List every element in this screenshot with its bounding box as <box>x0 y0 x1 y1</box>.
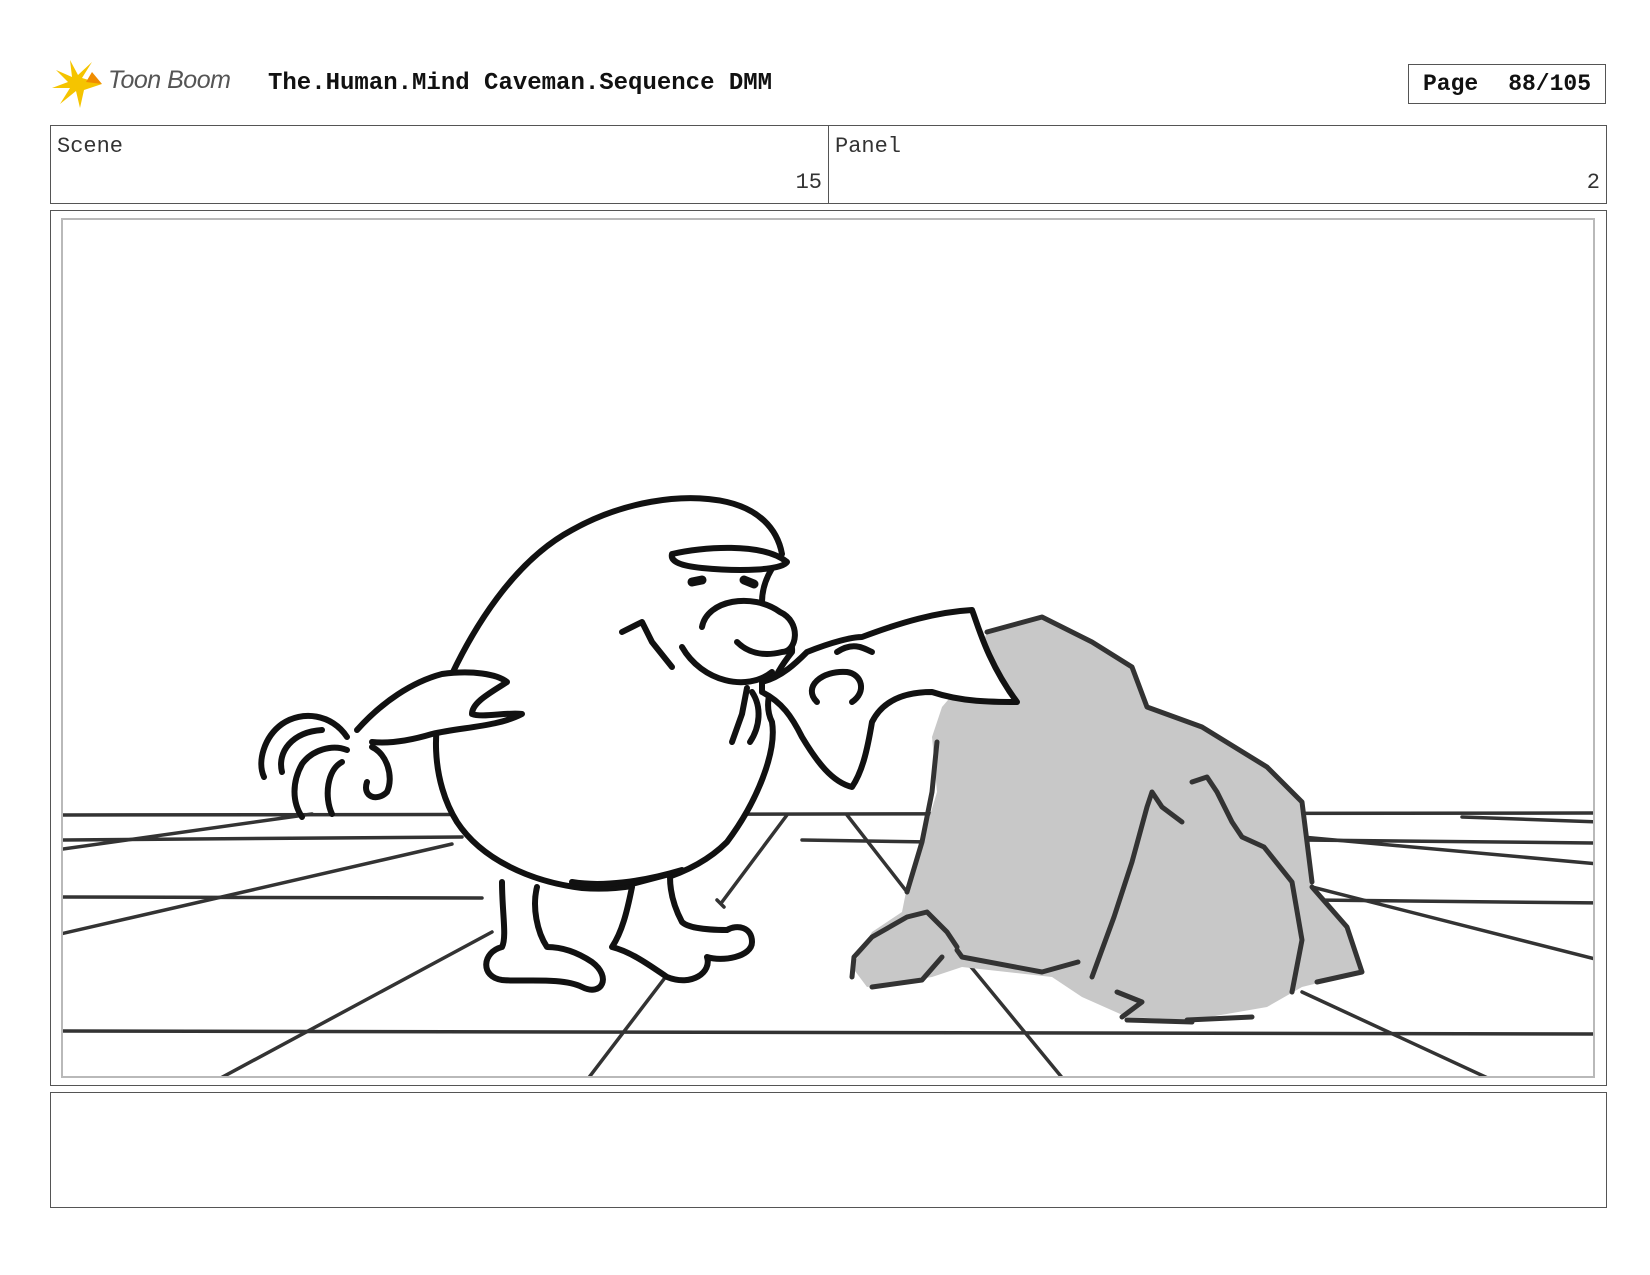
storyboard-sketch <box>63 495 1593 1076</box>
scene-cell: Scene 15 <box>51 126 828 203</box>
scene-panel-info: Scene 15 Panel 2 <box>50 125 1607 204</box>
document-title: The.Human.Mind Caveman.Sequence DMM <box>268 70 773 97</box>
page-number: 88/105 <box>1508 71 1592 97</box>
panel-label: Panel <box>835 134 902 159</box>
panel-number: 2 <box>1586 170 1600 195</box>
panel-notes-box <box>50 1092 1607 1208</box>
logo-text: Toon Boom <box>108 66 231 94</box>
panel-cell: Panel 2 <box>828 126 1606 203</box>
page-indicator: Page 88/105 <box>1408 64 1606 104</box>
scene-label: Scene <box>57 134 124 159</box>
page-label: Page <box>1422 71 1479 97</box>
starburst-logo-icon <box>52 60 102 108</box>
scene-number: 15 <box>795 170 822 195</box>
storyboard-drawing-area <box>61 218 1595 1078</box>
floor-grid <box>63 811 1593 1076</box>
toon-boom-logo: Toon Boom <box>52 58 252 110</box>
